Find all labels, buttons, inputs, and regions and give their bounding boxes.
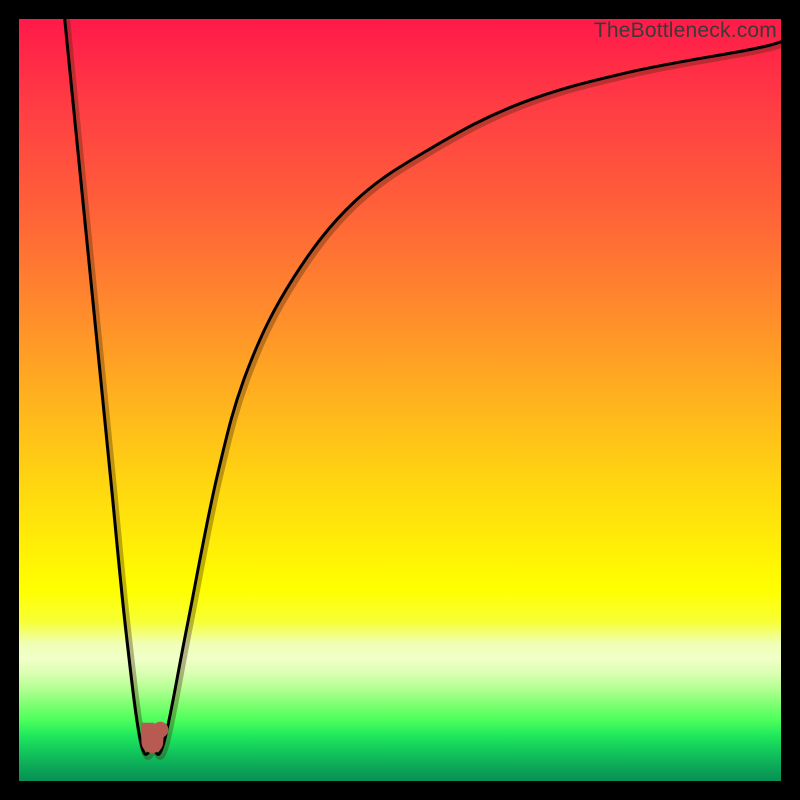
chart-frame: TheBottleneck.com (19, 19, 781, 781)
bottleneck-curve (65, 19, 781, 754)
bottleneck-curve-shadow (67, 21, 781, 756)
curve-overlay (19, 19, 781, 781)
marker-dot-icon (152, 722, 168, 738)
